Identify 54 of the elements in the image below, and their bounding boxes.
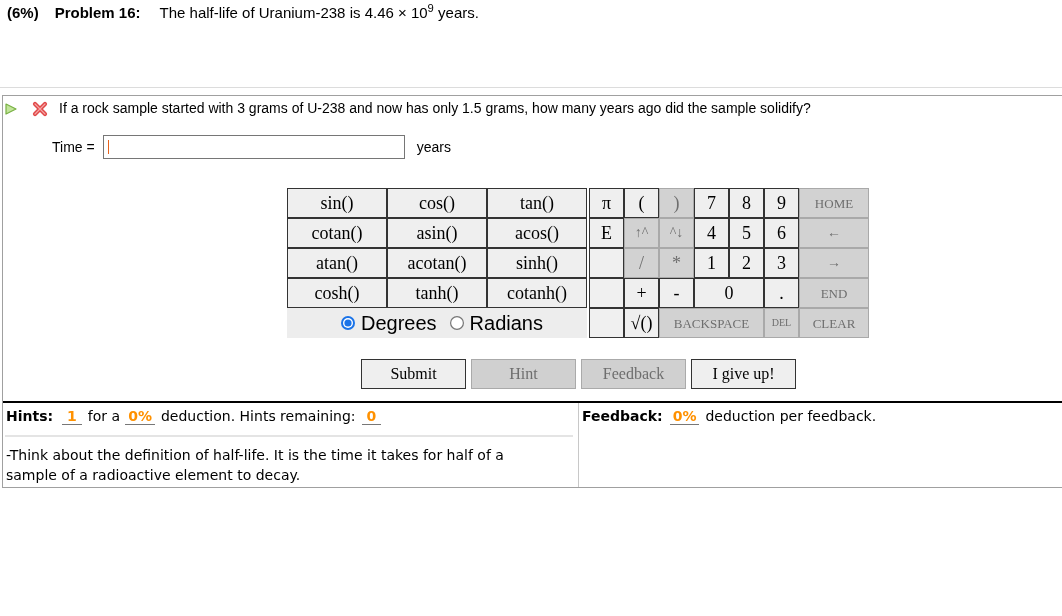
keypad-key[interactable]: √() — [624, 308, 659, 338]
radio-button[interactable] — [341, 316, 355, 330]
cross-icon — [32, 100, 48, 117]
hint-message: -Think about the definition of half-life. It is the time it takes for half of a sample of a radioactive element to decay. — [5, 446, 505, 485]
problem-weight: (6%) — [7, 4, 39, 22]
action-button[interactable]: Submit — [361, 359, 466, 389]
problem-title: Problem 16: — [54, 4, 141, 22]
radio-button[interactable] — [449, 316, 464, 330]
keypad-key[interactable]: + — [624, 278, 659, 308]
keypad-key[interactable]: 0 — [694, 278, 764, 308]
keypad-key[interactable]: ( — [624, 188, 659, 218]
function-key[interactable]: tanh() — [387, 278, 487, 308]
radio-label[interactable]: Degrees — [361, 308, 437, 338]
field-label: Time = — [52, 137, 95, 157]
keypad-key[interactable]: π — [589, 188, 624, 218]
function-key[interactable]: cosh() — [287, 278, 387, 308]
function-key[interactable]: tan() — [487, 188, 587, 218]
hints-text: deduction. Hints remaining: — [160, 408, 356, 425]
deduction-value: 0% — [125, 409, 155, 425]
radio-label[interactable]: Radians — [469, 308, 543, 338]
feedback-deduction-value: 0% — [669, 409, 700, 425]
hints-remaining-value: 0 — [361, 409, 382, 425]
action-button[interactable]: I give up! — [691, 359, 796, 389]
function-key[interactable]: cotan() — [287, 218, 387, 248]
function-key[interactable]: sin() — [287, 188, 387, 218]
unit-label: years — [416, 137, 451, 157]
keypad-key[interactable]: 1 — [694, 248, 729, 278]
triangle-arrow-icon — [5, 102, 17, 115]
function-key[interactable]: atan() — [287, 248, 387, 278]
function-key[interactable]: acotan() — [387, 248, 487, 278]
keypad-key[interactable]: 5 — [729, 218, 764, 248]
question-text: If a rock sample started with 3 grams of U-238 and now has only 1.5 grams, how many years ago did the sample solidify? — [59, 99, 811, 118]
function-key[interactable]: sinh() — [487, 248, 587, 278]
feedback-text: deduction per feedback. — [705, 408, 877, 425]
keypad-key[interactable]: 3 — [764, 248, 799, 278]
keypad-key[interactable]: E — [589, 218, 624, 248]
function-key[interactable]: acos() — [487, 218, 587, 248]
keypad-key[interactable]: 9 — [764, 188, 799, 218]
hint-count: 1 — [62, 409, 82, 425]
feedback-label: Feedback: — [582, 408, 663, 425]
problem-statement: The half-life of Uranium-238 is 4.46 × 10$^{9}$ years. — [159, 4, 479, 22]
keypad-key[interactable]: 2 — [729, 248, 764, 278]
keypad-key[interactable]: . — [764, 278, 799, 308]
function-key[interactable]: cos() — [387, 188, 487, 218]
keypad-key[interactable]: 7 — [694, 188, 729, 218]
function-key[interactable]: asin() — [387, 218, 487, 248]
keypad-key[interactable]: 8 — [729, 188, 764, 218]
keypad-key[interactable]: 6 — [764, 218, 799, 248]
keypad-key[interactable]: 4 — [694, 218, 729, 248]
hints-label: Hints: — [6, 408, 54, 425]
keypad-key[interactable]: - — [659, 278, 694, 308]
answer-field[interactable] — [102, 135, 405, 159]
function-key[interactable]: cotanh() — [487, 278, 587, 308]
hints-text: for a — [87, 408, 121, 425]
